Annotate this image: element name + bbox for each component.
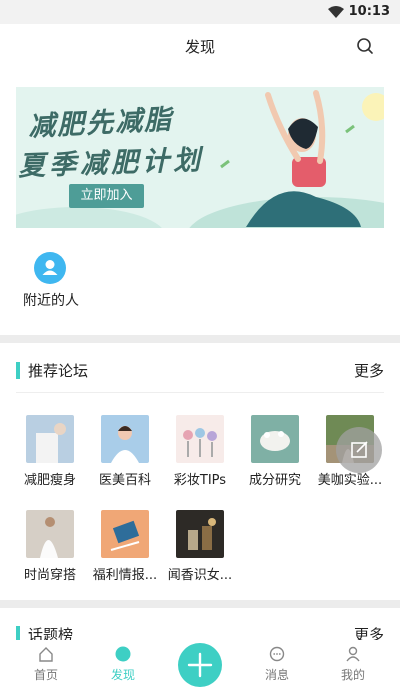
forum-item-fragrance[interactable]: 闻香识女... [164,510,236,590]
edit-icon [351,441,368,458]
status-bar: 10:13 [0,0,400,24]
forum-item-medical-beauty[interactable]: 医美百科 [89,415,161,495]
banner-subheadline: 夏季减肥计划 [17,144,205,183]
section-divider [0,600,400,608]
tab-label: 我的 [340,668,365,682]
status-time: 10:13 [348,4,390,19]
forum-label: 彩妆TIPs [173,473,227,488]
forum-item-weight-loss[interactable]: 减肥瘦身 [14,415,86,495]
forum-item-fashion[interactable]: 时尚穿搭 [14,510,86,590]
person-icon [346,646,360,662]
plus-icon [187,652,213,678]
page-title: 发现 [184,38,215,56]
forum-item-makeup-tips[interactable]: 彩妆TIPs [164,415,236,495]
forum-label: 时尚穿搭 [23,568,76,583]
promo-banner[interactable]: 减肥先减脂 夏季减肥计划 立即加入 [16,87,384,228]
message-icon [269,646,285,662]
divider-line [16,392,384,393]
forums-more-link[interactable]: 更多 [354,360,384,381]
forum-label: 福利情报... [92,568,158,583]
section-accent-bar [16,362,20,379]
forum-thumbnail [101,415,149,463]
nearby-people-label: 附近的人 [23,293,79,309]
join-button[interactable]: 立即加入 [69,184,144,208]
tab-discover[interactable]: 发现 [93,640,153,690]
compass-icon [115,646,131,662]
banner-headline: 减肥先减脂 [27,104,174,143]
forum-label: 成分研究 [248,473,301,488]
wifi-icon [328,6,344,18]
home-icon [39,647,53,662]
tab-home[interactable]: 首页 [16,640,76,690]
forums-title: 推荐论坛 [28,362,89,380]
tab-profile[interactable]: 我的 [323,640,383,690]
add-post-button[interactable] [178,643,222,687]
forum-label: 医美百科 [98,473,151,488]
nearby-people-entry[interactable]: 附近的人 [18,250,84,310]
header: 发现 [0,24,400,68]
tab-label: 首页 [33,668,58,682]
search-icon[interactable] [356,37,374,55]
forum-item-ingredients[interactable]: 成分研究 [239,415,311,495]
tab-label: 消息 [264,668,289,682]
forum-thumbnail [26,415,74,463]
forum-thumbnail [176,510,224,558]
forum-thumbnail [251,415,299,463]
forum-label: 闻香识女... [167,568,233,583]
forums-section-header: 推荐论坛 更多 [16,358,384,382]
compose-float-button[interactable] [336,427,382,473]
tab-label: 发现 [110,668,135,682]
forum-thumbnail [26,510,74,558]
forum-item-welfare[interactable]: 福利情报... [89,510,161,590]
forum-thumbnail [176,415,224,463]
forum-thumbnail [101,510,149,558]
user-icon [34,252,66,284]
tab-messages[interactable]: 消息 [247,640,307,690]
forum-label: 减肥瘦身 [23,473,76,488]
section-divider [0,335,400,343]
